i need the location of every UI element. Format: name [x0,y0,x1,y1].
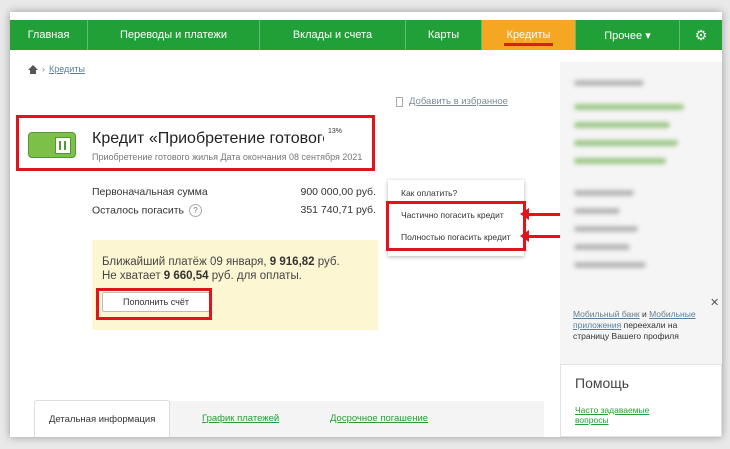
remaining-amount-value: 351 740,71 руб. [300,204,377,216]
next-payment-suffix: руб. [314,256,340,268]
nav-item-label: Переводы и платежи [119,29,228,41]
next-payment-prefix: Ближайший платёж 09 января, [102,256,270,268]
nav-item-label: Главная [27,29,70,41]
blurred-text [574,244,630,250]
mobile-bank-link[interactable]: Мобильный банк [573,309,640,319]
arrow-pointer-icon [520,208,560,220]
notice-text: и [639,309,650,319]
breadcrumb: › Кредиты [28,64,85,74]
blurred-text [574,262,646,268]
add-to-favorites-link[interactable]: Добавить в избранное [396,96,508,107]
wallet-icon [28,132,76,158]
help-panel: Помощь Часто задаваемые вопросы [560,364,722,437]
highlight-topup-button-box [96,288,212,320]
next-payment-text: Ближайший платёж 09 января, 9 916,82 руб… [102,256,340,268]
nav-item-other[interactable]: Прочее ▾ [576,20,680,50]
tab-list: Детальная информация График платежей Дос… [34,400,544,437]
blurred-link [574,122,670,128]
nav-item-deposits[interactable]: Вклады и счета [260,20,406,50]
tab-details[interactable]: Детальная информация [34,400,171,437]
home-icon[interactable] [28,64,38,74]
blurred-link [574,140,678,146]
active-underline-highlight [504,43,553,46]
initial-amount-label: Первоначальная сумма [92,186,208,198]
remaining-amount-row: Осталось погасить ? [92,204,202,217]
shortfall-amount: 9 660,54 [163,270,209,282]
blurred-text [574,226,638,232]
nav-item-credits[interactable]: Кредиты [482,20,576,50]
nav-item-cards[interactable]: Карты [406,20,482,50]
nav-item-label: Кредиты [506,29,551,41]
credit-rate: 13% [328,128,343,135]
initial-amount-value: 900 000,00 руб. [300,186,377,198]
shortfall-suffix: руб. для оплаты. [208,270,302,282]
credit-subtitle: Приобретение готового жилья Дата окончан… [92,152,363,162]
settings-button[interactable]: ⚙ [680,20,722,50]
blurred-link [574,104,684,110]
nav-item-label: Прочее ▾ [604,29,651,42]
chevron-right-icon: › [42,64,45,74]
next-payment-amount: 9 916,82 [269,256,315,268]
faq-link[interactable]: Часто задаваемые вопросы [575,405,685,425]
help-title: Помощь [575,375,630,391]
tab-schedule[interactable]: График платежей [202,400,279,437]
blurred-link [574,158,666,164]
arrow-pointer-icon [520,230,560,242]
blurred-text [574,80,644,86]
add-to-favorites-label: Добавить в избранное [409,96,508,107]
browser-page: Главная Переводы и платежи Вклады и счет… [10,12,722,437]
close-icon[interactable]: ✕ [710,296,719,309]
gear-icon: ⚙ [694,26,708,43]
nav-item-transfers[interactable]: Переводы и платежи [88,20,260,50]
partial-repay-link[interactable]: Частично погасить кредит [401,210,504,220]
tab-early-repayment[interactable]: Досрочное погашение [330,400,428,437]
breadcrumb-credits-link[interactable]: Кредиты [49,64,85,74]
mobile-bank-notice: Мобильный банк и Мобильные приложения пе… [573,309,713,342]
shortfall-prefix: Не хватает [102,270,164,282]
credit-title: Кредит «Приобретение готового [92,130,324,147]
blurred-text [574,208,620,214]
nav-item-home[interactable]: Главная [10,20,88,50]
nav-item-label: Карты [427,29,460,41]
bookmark-icon [396,96,403,107]
top-navigation: Главная Переводы и платежи Вклады и счет… [10,20,722,50]
nav-item-label: Вклады и счета [292,29,373,41]
shortfall-text: Не хватает 9 660,54 руб. для оплаты. [102,270,302,282]
help-icon[interactable]: ? [188,204,202,217]
how-to-pay-link[interactable]: Как оплатить? [401,188,457,198]
highlight-repay-options-box [386,201,526,251]
blurred-text [574,190,634,196]
full-repay-link[interactable]: Полностью погасить кредит [401,232,511,242]
remaining-amount-label: Осталось погасить [92,204,185,217]
